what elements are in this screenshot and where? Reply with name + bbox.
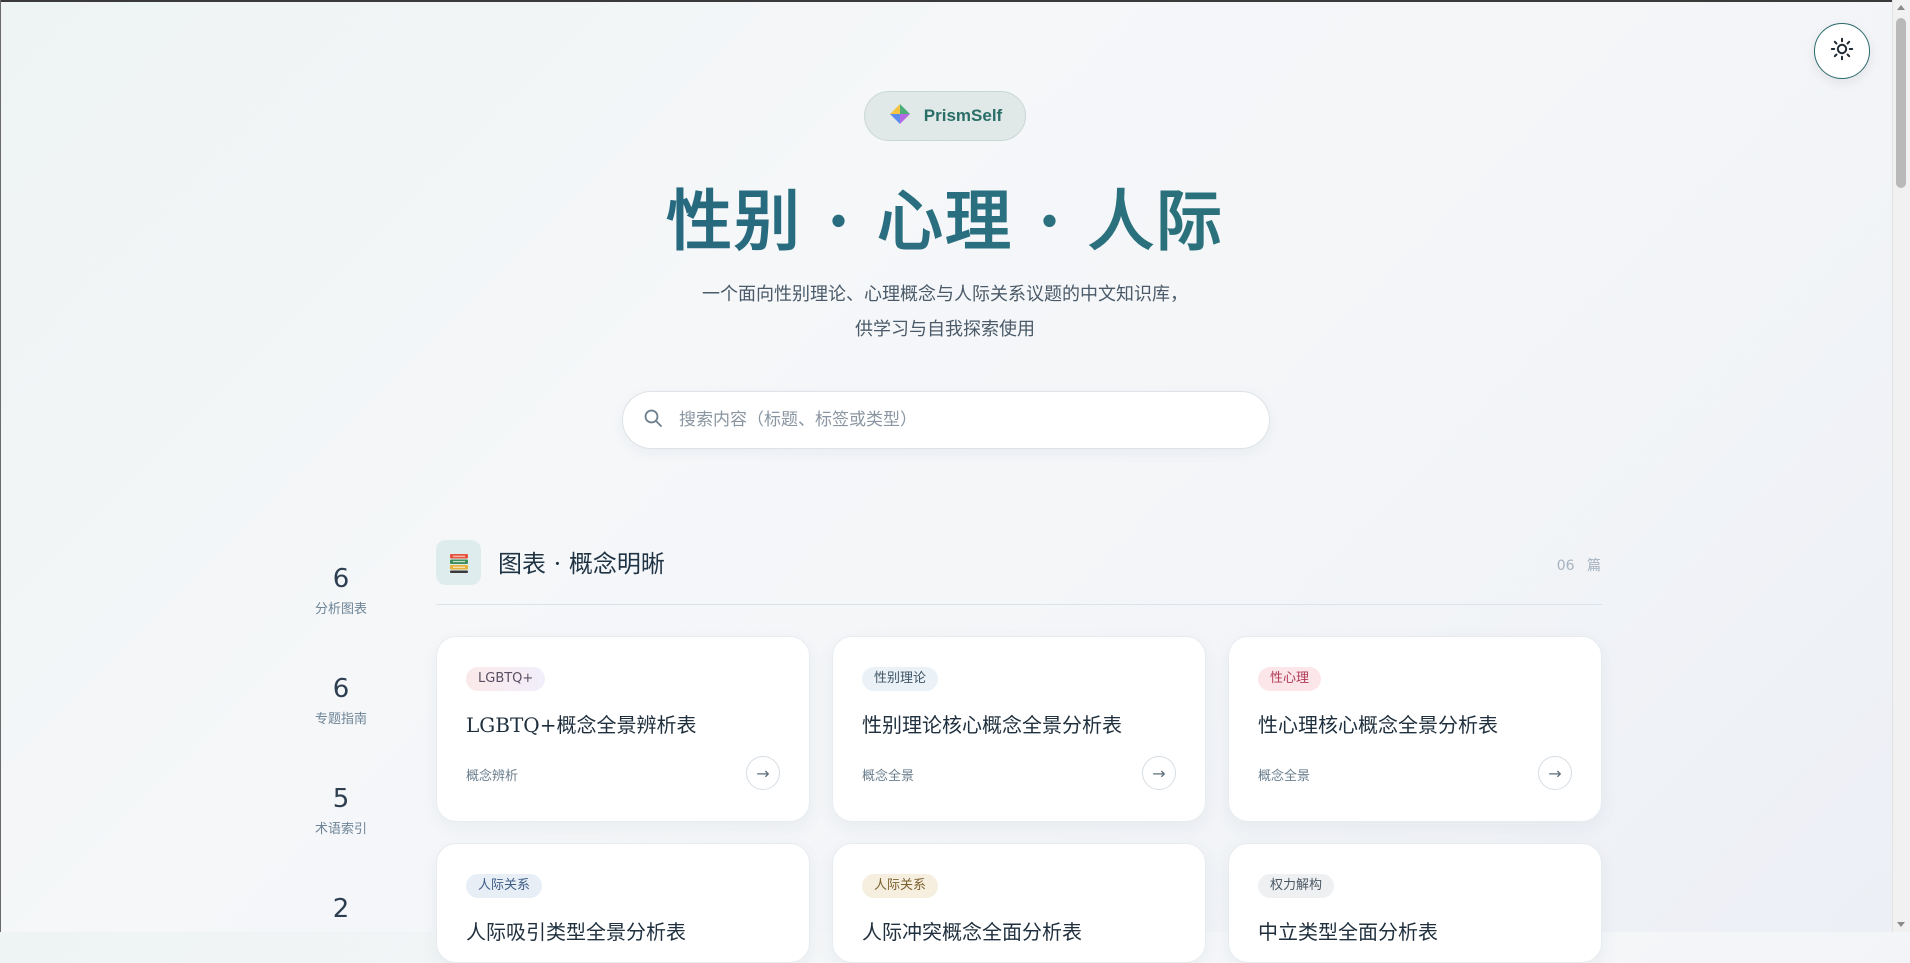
- stat-charts[interactable]: 6 分析图表: [300, 564, 382, 617]
- card-gender-theory[interactable]: 性别理论 性别理论核心概念全景分析表 概念全景 →: [832, 636, 1206, 822]
- sun-icon: [1830, 37, 1854, 65]
- stat-label: 专题指南: [314, 712, 367, 727]
- brand-name: PrismSelf: [923, 106, 1003, 125]
- card-interpersonal-attraction[interactable]: 人际关系 人际吸引类型全景分析表: [436, 843, 810, 963]
- card-tag: LGBTQ+: [466, 667, 546, 691]
- card-tag: 人际关系: [466, 874, 543, 898]
- card-meta: 概念辨析: [466, 769, 519, 784]
- stat-number: 5: [332, 784, 350, 814]
- card-title: 人际吸引类型全景分析表: [466, 920, 686, 944]
- search-input[interactable]: [677, 409, 1241, 431]
- scroll-up-icon[interactable]: [1897, 5, 1905, 10]
- card-meta: 概念全景: [1258, 769, 1311, 784]
- prism-diamond-icon: [888, 102, 912, 130]
- search-bar[interactable]: [622, 391, 1270, 449]
- stat-label: 分析图表: [314, 602, 367, 617]
- section-count: 06 篇: [1557, 555, 1601, 575]
- card-sexual-psychology[interactable]: 性心理 性心理核心概念全景分析表 概念全景 →: [1228, 636, 1602, 822]
- scroll-down-icon[interactable]: [1897, 922, 1905, 927]
- search-icon: [643, 408, 663, 432]
- stat-number: 2: [332, 894, 350, 924]
- window-top-border: [0, 0, 1910, 2]
- stat-glossary[interactable]: 5 术语索引: [300, 784, 382, 837]
- stat-number: 6: [332, 564, 350, 594]
- section-count-number: 06: [1556, 558, 1575, 574]
- card-title: LGBTQ+概念全景辨析表: [466, 713, 697, 737]
- card-lgbtq-concepts[interactable]: LGBTQ+ LGBTQ+概念全景辨析表 概念辨析 →: [436, 636, 810, 822]
- section-divider: [436, 604, 1602, 605]
- card-interpersonal-conflict[interactable]: 人际关系 人际冲突概念全面分析表: [832, 843, 1206, 963]
- stat-guides[interactable]: 6 专题指南: [300, 674, 382, 727]
- card-title: 性别理论核心概念全景分析表: [862, 713, 1122, 737]
- page-subtitle-line-1: 一个面向性别理论、心理概念与人际关系议题的中文知识库，: [702, 284, 1188, 305]
- card-tag: 人际关系: [862, 874, 939, 898]
- card-tag: 性心理: [1258, 667, 1322, 691]
- page-title: 性别 · 心理 · 人际: [0, 168, 1890, 264]
- card-title: 人际冲突概念全面分析表: [862, 920, 1082, 944]
- arrow-right-icon[interactable]: →: [1538, 756, 1572, 790]
- card-title: 中立类型全面分析表: [1258, 920, 1438, 944]
- card-title: 性心理核心概念全景分析表: [1258, 713, 1498, 737]
- section-title: 图表 · 概念明晰: [498, 550, 665, 578]
- stat-number: 6: [332, 674, 350, 704]
- stat-label: 术语索引: [314, 822, 367, 837]
- window-left-border: [0, 0, 1, 932]
- scrollbar-thumb[interactable]: [1896, 18, 1906, 188]
- card-tag: 权力解构: [1258, 874, 1335, 898]
- theme-toggle-button[interactable]: [1814, 23, 1870, 79]
- stat-other[interactable]: 2: [300, 894, 382, 928]
- card-meta: 概念全景: [862, 769, 915, 784]
- arrow-right-icon[interactable]: →: [1142, 756, 1176, 790]
- brand-badge[interactable]: PrismSelf: [864, 91, 1026, 141]
- scrollbar[interactable]: [1892, 0, 1910, 932]
- card-tag: 性别理论: [862, 667, 939, 691]
- page-subtitle-line-2: 供学习与自我探索使用: [855, 319, 1035, 340]
- card-power-deconstruction[interactable]: 权力解构 中立类型全面分析表: [1228, 843, 1602, 963]
- arrow-right-icon[interactable]: →: [746, 756, 780, 790]
- section-count-unit: 篇: [1587, 558, 1601, 574]
- books-icon: [436, 540, 481, 585]
